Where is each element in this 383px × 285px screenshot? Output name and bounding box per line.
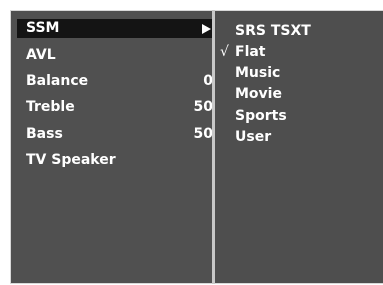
submenu-option-sports[interactable]: Sports <box>215 106 383 126</box>
audio-main-menu: SSM AVL Balance 0 Treble 50 Bass 50 TV S… <box>10 10 213 284</box>
submenu-option-movie[interactable]: Movie <box>215 84 383 104</box>
menu-item-label: TV Speaker <box>26 152 116 168</box>
submenu-option-label: User <box>235 129 272 145</box>
submenu-option-label: Movie <box>235 86 282 102</box>
menu-item-balance[interactable]: Balance 0 <box>17 72 213 91</box>
menu-item-ssm[interactable]: SSM <box>17 19 213 38</box>
check-mark-icon: √ <box>220 44 229 60</box>
right-triangle-icon <box>202 24 211 34</box>
submenu-option-user[interactable]: User <box>215 127 383 147</box>
submenu-option-label: SRS TSXT <box>235 23 311 39</box>
ssm-submenu: SRS TSXT √ Flat Music Movie Sports User <box>215 10 383 284</box>
submenu-option-label: Music <box>235 65 281 81</box>
submenu-option-label: Flat <box>235 44 266 60</box>
menu-item-bass[interactable]: Bass 50 <box>17 125 213 144</box>
menu-item-treble[interactable]: Treble 50 <box>17 98 213 117</box>
menu-item-value: 50 <box>193 99 213 115</box>
menu-item-avl[interactable]: AVL <box>17 46 213 65</box>
menu-item-label: Balance <box>26 73 89 89</box>
submenu-option-label: Sports <box>235 108 287 124</box>
submenu-option-music[interactable]: Music <box>215 63 383 83</box>
submenu-option-flat[interactable]: √ Flat <box>215 42 383 62</box>
menu-item-label: Bass <box>26 126 63 142</box>
menu-item-label: Treble <box>26 99 75 115</box>
menu-item-label: AVL <box>26 47 56 63</box>
menu-item-tv-speaker[interactable]: TV Speaker <box>17 151 213 170</box>
submenu-option-srs-tsxt[interactable]: SRS TSXT <box>215 21 383 41</box>
menu-item-value: 50 <box>193 126 213 142</box>
menu-item-label: SSM <box>26 20 60 36</box>
